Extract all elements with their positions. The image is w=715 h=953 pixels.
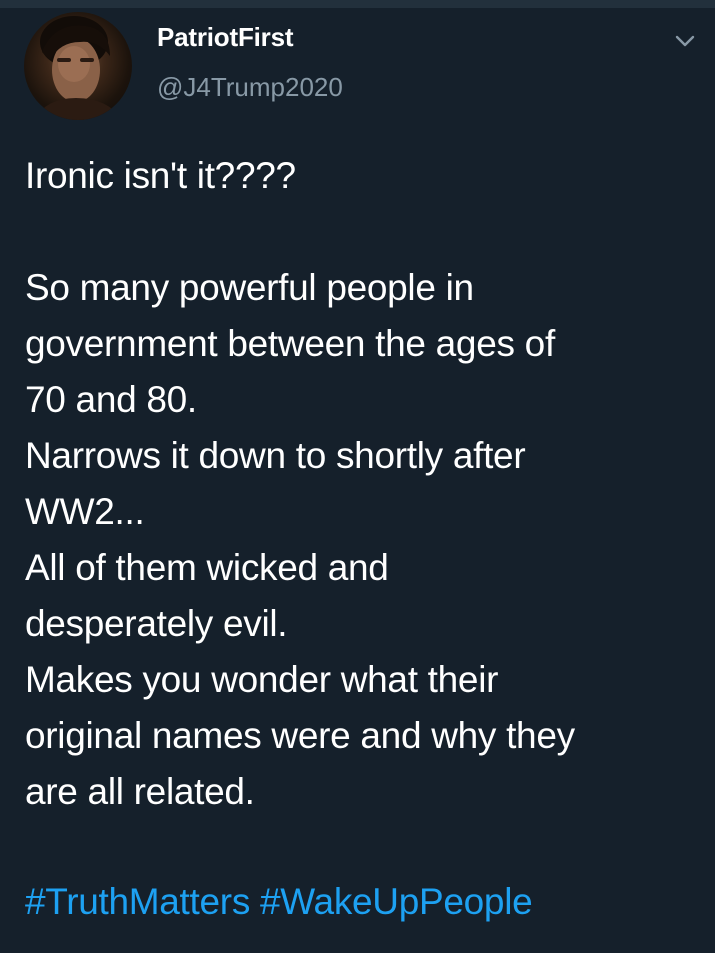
hashtag-row: #TruthMatters #WakeUpPeople <box>25 874 533 930</box>
tweet-text: Ironic isn't it???? So many powerful peo… <box>25 148 695 876</box>
hashtag-link[interactable]: #WakeUpPeople <box>260 881 533 922</box>
tweet-line: Narrows it down to shortly after <box>25 435 526 476</box>
tweet-line: 70 and 80. <box>25 379 197 420</box>
chevron-down-icon[interactable] <box>674 30 696 52</box>
tweet-line: Ironic isn't it???? <box>25 155 296 196</box>
tweet-line: original names were and why they <box>25 715 575 756</box>
tweet-line: government between the ages of <box>25 323 555 364</box>
hashtag-link[interactable]: #TruthMatters <box>25 881 250 922</box>
tweet-line: So many powerful people in <box>25 267 474 308</box>
user-handle[interactable]: @J4Trump2020 <box>157 72 343 103</box>
avatar[interactable] <box>24 12 132 120</box>
tweet-line: WW2... <box>25 491 145 532</box>
avatar-photo <box>34 16 122 120</box>
tweet-line: All of them wicked and <box>25 547 389 588</box>
tweet-line: Makes you wonder what their <box>25 659 499 700</box>
display-name[interactable]: PatriotFirst <box>157 22 293 53</box>
tweet-card: PatriotFirst @J4Trump2020 Ironic isn't i… <box>0 0 715 953</box>
tweet-line: are all related. <box>25 771 255 812</box>
tweet-line: desperately evil. <box>25 603 288 644</box>
